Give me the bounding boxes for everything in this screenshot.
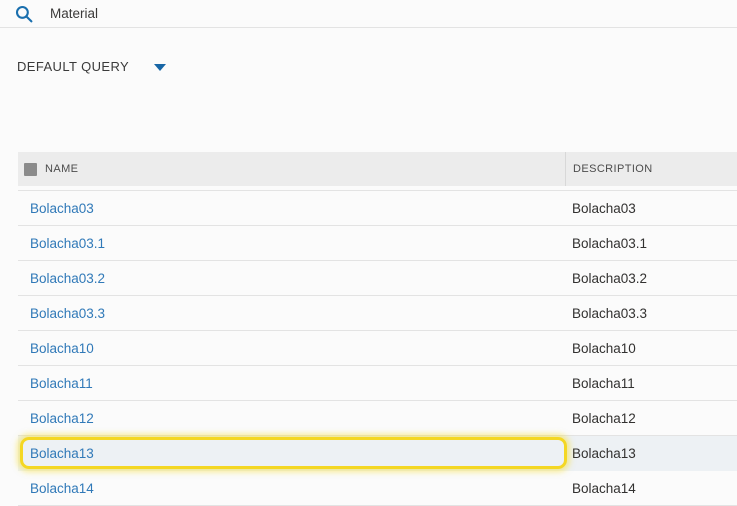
row-description-cell: Bolacha03.1 [565, 226, 737, 260]
row-description-cell: Bolacha14 [565, 471, 737, 505]
material-link[interactable]: Bolacha03.2 [30, 271, 105, 286]
row-name-cell: Bolacha03 [18, 191, 565, 225]
row-name-cell: Bolacha03.1 [18, 226, 565, 260]
material-link[interactable]: Bolacha13 [30, 446, 94, 461]
table-row[interactable]: Bolacha11 Bolacha11 [18, 366, 737, 401]
row-description-cell: Bolacha03.3 [565, 296, 737, 330]
row-name-cell: Bolacha03.2 [18, 261, 565, 295]
search-icon[interactable] [15, 5, 33, 23]
row-description-cell: Bolacha10 [565, 331, 737, 365]
row-description-cell: Bolacha13 [565, 436, 737, 470]
table-row[interactable]: Bolacha03.2 Bolacha03.2 [18, 261, 737, 296]
select-all-checkbox[interactable] [24, 163, 37, 176]
material-link[interactable]: Bolacha14 [30, 481, 94, 496]
table-row[interactable]: Bolacha03 Bolacha03 [18, 191, 737, 226]
row-name-cell: Bolacha10 [18, 331, 565, 365]
row-name-cell: Bolacha12 [18, 401, 565, 435]
table-row[interactable]: Bolacha12 Bolacha12 [18, 401, 737, 436]
table-row[interactable]: Bolacha13 Bolacha13 [18, 436, 737, 471]
row-name-cell: Bolacha11 [18, 366, 565, 400]
row-description-cell: Bolacha11 [565, 366, 737, 400]
row-name-cell: Bolacha14 [18, 471, 565, 505]
chevron-down-icon[interactable] [154, 64, 166, 71]
row-description-cell: Bolacha03.2 [565, 261, 737, 295]
row-description-cell: Bolacha03 [565, 191, 737, 225]
row-description-cell: Bolacha12 [565, 401, 737, 435]
material-link[interactable]: Bolacha03 [30, 201, 94, 216]
material-link[interactable]: Bolacha12 [30, 411, 94, 426]
column-header-description[interactable]: DESCRIPTION [565, 152, 737, 186]
row-name-cell: Bolacha13 [18, 436, 565, 470]
search-input[interactable] [50, 6, 470, 21]
table-body: Bolacha03 Bolacha03 Bolacha03.1 Bolacha0… [18, 190, 737, 506]
column-header-description-label: DESCRIPTION [573, 163, 653, 175]
table-row[interactable]: Bolacha10 Bolacha10 [18, 331, 737, 366]
material-link[interactable]: Bolacha03.3 [30, 306, 105, 321]
query-selector-label: DEFAULT QUERY [17, 59, 129, 74]
results-table: NAME DESCRIPTION Bolacha03 Bolacha03 Bol… [18, 152, 737, 492]
table-row[interactable]: Bolacha03.1 Bolacha03.1 [18, 226, 737, 261]
table-row[interactable]: Bolacha14 Bolacha14 [18, 471, 737, 506]
query-selector[interactable]: DEFAULT QUERY [17, 59, 166, 74]
row-name-cell: Bolacha03.3 [18, 296, 565, 330]
table-row[interactable]: Bolacha03.3 Bolacha03.3 [18, 296, 737, 331]
search-bar [0, 0, 737, 28]
column-header-name-label: NAME [45, 163, 78, 175]
table-header: NAME DESCRIPTION [18, 152, 737, 186]
material-link[interactable]: Bolacha10 [30, 341, 94, 356]
column-header-name[interactable]: NAME [18, 152, 565, 186]
material-link[interactable]: Bolacha03.1 [30, 236, 105, 251]
material-link[interactable]: Bolacha11 [30, 376, 93, 391]
